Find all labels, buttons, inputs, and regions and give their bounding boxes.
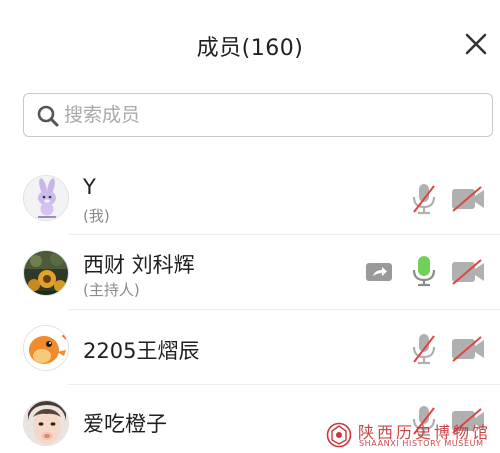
camera-toggle[interactable]	[450, 185, 486, 213]
member-name: 2205王熠辰	[83, 339, 200, 363]
member-row[interactable]: Y (我)	[0, 160, 500, 235]
member-role: (我)	[83, 207, 110, 225]
members-panel: 成员(160) 搜索成员 Y (我) 西财 刘科辉 (主持人) 2205王熠辰 …	[0, 0, 500, 453]
screen-share-indicator[interactable]	[364, 260, 394, 284]
avatar	[23, 250, 69, 296]
camera-off-icon	[452, 186, 484, 212]
avatar	[23, 325, 69, 371]
mic-muted-icon	[412, 334, 436, 365]
camera-off-icon	[452, 259, 484, 285]
mic-muted-icon	[412, 184, 436, 215]
panel-header: 成员(160)	[0, 0, 500, 92]
close-button[interactable]	[462, 30, 490, 58]
watermark-subtitle: SHAANXI HISTORY MUSEUM	[359, 439, 484, 448]
search-input[interactable]	[64, 94, 484, 135]
mic-active-icon	[412, 256, 436, 287]
screen-share-icon	[366, 263, 392, 281]
mic-toggle[interactable]	[410, 254, 438, 288]
camera-toggle[interactable]	[450, 335, 486, 363]
panel-title: 成员(160)	[196, 36, 304, 61]
museum-seal-icon	[326, 422, 352, 448]
mic-toggle[interactable]	[410, 182, 438, 216]
member-row[interactable]: 西财 刘科辉 (主持人)	[0, 235, 500, 310]
member-search[interactable]	[23, 93, 493, 137]
member-row[interactable]: 2205王熠辰	[0, 310, 500, 385]
member-name: 爱吃橙子	[83, 412, 167, 436]
member-name: Y	[83, 175, 96, 199]
member-name: 西财 刘科辉	[83, 253, 195, 277]
mic-toggle[interactable]	[410, 332, 438, 366]
camera-toggle[interactable]	[450, 258, 486, 286]
avatar	[23, 175, 69, 221]
close-icon	[465, 33, 487, 55]
member-role: (主持人)	[83, 281, 140, 299]
museum-watermark: 陕西历史博物馆 SHAANXI HISTORY MUSEUM	[322, 418, 497, 450]
camera-off-icon	[452, 336, 484, 362]
avatar	[23, 400, 69, 446]
search-icon	[37, 105, 59, 127]
